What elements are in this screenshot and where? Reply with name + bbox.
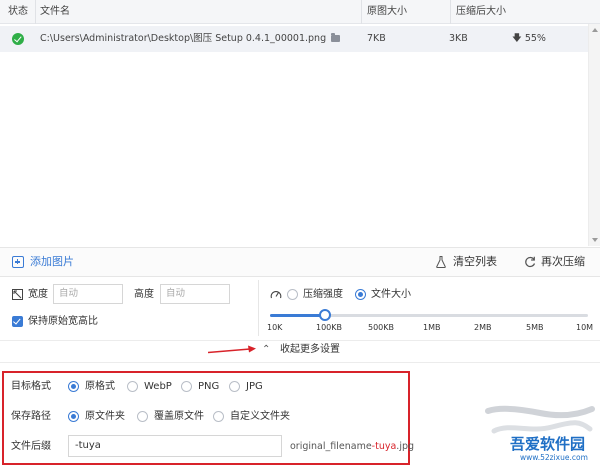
compression-ratio: 🡇 55% [512, 26, 546, 52]
watermark: 吾爱软件园 www.52zixue.com [480, 405, 598, 465]
watermark-brand: 吾爱软件园 [510, 435, 586, 453]
slider-tick: 500KB [368, 323, 395, 332]
size-slider-handle[interactable] [319, 309, 331, 321]
table-header: 状态 文件名 原图大小 压缩后大小 [0, 0, 600, 24]
keep-ratio-label: 保持原始宽高比 [28, 316, 98, 327]
scroll-up-icon[interactable] [592, 28, 598, 32]
format-radio-webp[interactable] [127, 381, 138, 392]
slider-tick: 5MB [526, 323, 544, 332]
suffix-input[interactable]: -tuya [68, 435, 282, 457]
column-divider[interactable] [450, 0, 451, 24]
size-slider-fill [270, 314, 325, 317]
preview-suffix: -tuya [371, 441, 397, 452]
ratio-value: 55% [524, 33, 546, 44]
column-divider[interactable] [35, 0, 36, 24]
header-status[interactable]: 状态 [8, 0, 28, 24]
preview-extension: .jpg [396, 441, 415, 452]
strength-radio[interactable] [287, 289, 298, 300]
slider-tick: 10M [576, 323, 594, 332]
original-size: 7KB [367, 33, 386, 44]
height-input[interactable]: 自动 [160, 284, 230, 304]
table-row[interactable]: C:\Users\Administrator\Desktop\图压 Setup … [0, 26, 588, 52]
strength-label: 压缩强度 [303, 289, 343, 300]
compressed-size: 3KB [449, 33, 468, 44]
clear-list-button[interactable]: 清空列表 [453, 248, 497, 276]
filesize-label: 文件大小 [371, 289, 411, 300]
filename-preview: original_filename-tuya.jpg [290, 440, 414, 454]
add-image-button[interactable]: 添加图片 [30, 248, 74, 276]
format-option-original: 原格式 [85, 381, 115, 392]
annotation-arrow-icon [208, 345, 256, 354]
path-radio-custom-folder[interactable] [213, 411, 224, 422]
header-original-size[interactable]: 原图大小 [367, 0, 407, 24]
format-option-webp: WebP [144, 381, 172, 392]
header-compressed-size[interactable]: 压缩后大小 [456, 0, 506, 24]
scroll-down-icon[interactable] [592, 238, 598, 242]
resize-icon [12, 289, 23, 300]
success-check-icon [12, 33, 24, 45]
path-option-overwrite: 覆盖原文件 [154, 411, 204, 422]
width-label: 宽度 [28, 289, 48, 300]
flask-icon[interactable] [436, 256, 446, 268]
path-radio-original-folder[interactable] [68, 411, 79, 422]
format-option-png: PNG [198, 381, 220, 392]
format-label: 目标格式 [11, 381, 51, 392]
slider-tick: 2MB [474, 323, 492, 332]
watermark-url: www.52zixue.com [520, 453, 588, 462]
keep-ratio-checkbox[interactable] [12, 316, 23, 327]
path-option-original-folder: 原文件夹 [85, 411, 125, 422]
file-path: C:\Users\Administrator\Desktop\图压 Setup … [40, 33, 327, 44]
section-separator [0, 362, 600, 363]
filesize-radio[interactable] [355, 289, 366, 300]
refresh-icon[interactable] [524, 256, 536, 268]
height-label: 高度 [134, 289, 154, 300]
format-radio-png[interactable] [181, 381, 192, 392]
preview-prefix: original_filename [290, 441, 372, 452]
slider-tick: 100KB [316, 323, 343, 332]
collapse-settings-button[interactable]: 收起更多设置 [280, 343, 340, 357]
format-radio-jpg[interactable] [229, 381, 240, 392]
path-option-custom-folder: 自定义文件夹 [230, 411, 290, 422]
format-radio-original[interactable] [68, 381, 79, 392]
suffix-label: 文件后缀 [11, 441, 51, 452]
gauge-icon [270, 291, 282, 299]
toolbar: 添加图片 清空列表 再次压缩 [0, 247, 600, 277]
list-scrollbar[interactable] [588, 24, 600, 246]
add-image-icon[interactable] [12, 256, 24, 268]
save-path-label: 保存路径 [11, 411, 51, 422]
chevron-up-icon[interactable]: ⌃ [262, 343, 270, 357]
recompress-button[interactable]: 再次压缩 [541, 248, 585, 276]
arrow-down-icon: 🡇 [512, 33, 522, 44]
settings-divider [258, 280, 259, 336]
slider-tick: 1MB [423, 323, 441, 332]
header-filename[interactable]: 文件名 [40, 0, 70, 24]
section-separator [0, 340, 600, 341]
slider-tick: 10K [267, 323, 283, 332]
format-option-jpg: JPG [246, 381, 263, 392]
open-folder-icon[interactable] [331, 33, 340, 42]
column-divider[interactable] [361, 0, 362, 24]
path-radio-overwrite[interactable] [137, 411, 148, 422]
width-input[interactable]: 自动 [53, 284, 123, 304]
